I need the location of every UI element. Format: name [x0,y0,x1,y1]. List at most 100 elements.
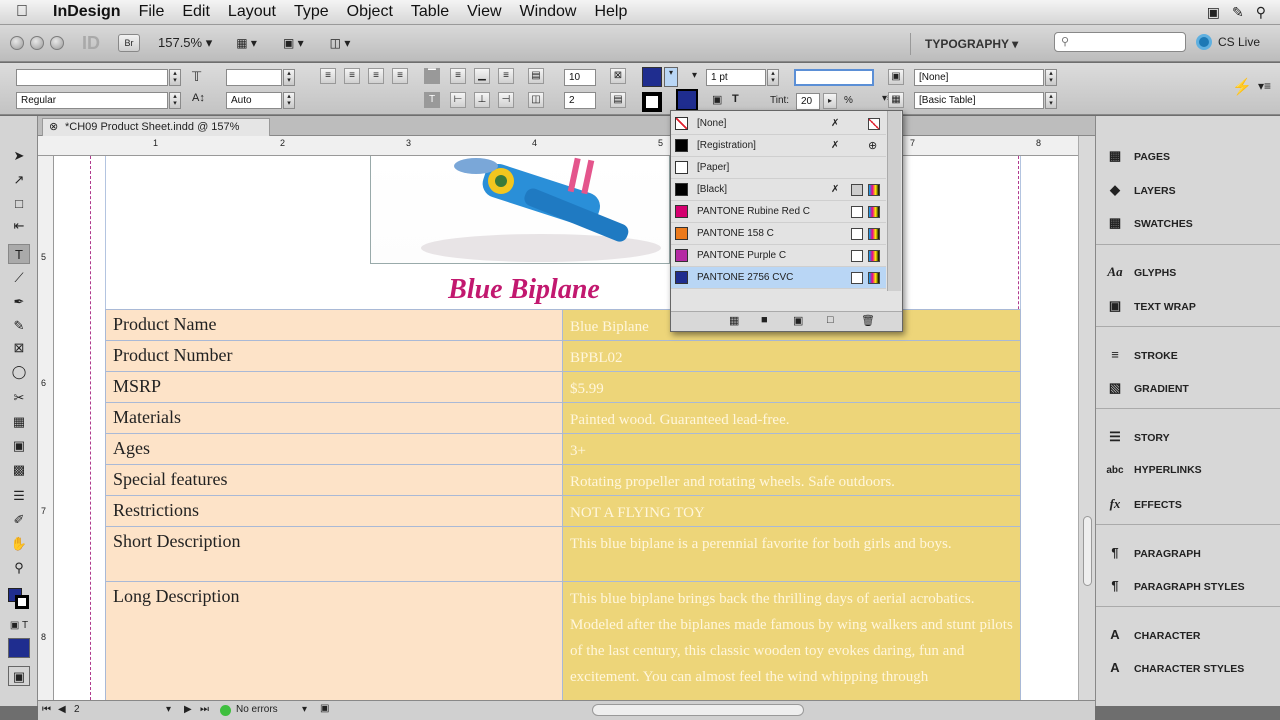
menu-help[interactable]: Help [585,3,636,21]
apple-menu-icon[interactable]:  [0,3,44,21]
align-top-icon[interactable]: ▔ [424,68,440,84]
open-document-icon[interactable]: ▣ [320,703,329,714]
table-value-cell[interactable]: Painted wood. Guaranteed lead-free. [562,402,1021,434]
vertical-scrollbar[interactable] [1078,136,1095,700]
rotate-text-270-icon[interactable]: ⊣ [498,92,514,108]
table-value-cell[interactable]: BPBL02 [562,340,1021,372]
selection-tool-icon[interactable]: ➤ [8,146,30,166]
note-tool-icon[interactable]: ☰ [8,486,30,506]
menu-object[interactable]: Object [338,3,402,21]
panel-swatches[interactable]: ▦ SWATCHES [1104,211,1274,235]
font-family-field[interactable] [16,69,168,86]
cs-live-button[interactable]: CS Live [1196,34,1260,50]
font-size-field[interactable] [226,69,282,86]
page-dropdown-icon[interactable]: ▾ [166,704,171,715]
panel-paragraph-styles[interactable]: ¶ PARAGRAPH STYLES [1104,574,1274,598]
leading-dropdown[interactable]: ▴ ▾ [283,92,295,109]
preflight-status[interactable]: No errors [236,704,278,715]
rotate-text-180-icon[interactable]: ⊥ [474,92,490,108]
table-key-cell[interactable]: Long Description [105,581,563,700]
tint-field[interactable]: 20 [796,93,820,110]
leading-field[interactable]: Auto [226,92,282,109]
stroke-weight-dropdown[interactable]: ▴ ▾ [767,69,779,86]
table-key-cell[interactable]: Product Number [105,340,563,372]
screen-mode-button[interactable]: ▣ ▾ [283,36,304,50]
font-family-dropdown[interactable]: ▴ ▾ [169,69,181,86]
table-key-cell[interactable]: Restrictions [105,495,563,527]
align-center-vertical-icon[interactable]: ≡ [450,68,466,84]
pen-tool-icon[interactable]: ✒ [8,292,30,312]
type-tool-icon[interactable]: T [8,244,30,264]
swatch-item[interactable]: [Registration] ✗ ⊕ [671,135,886,157]
swatch-item[interactable]: [None] ✗ [671,113,886,135]
swatch-item[interactable]: PANTONE 158 C [671,223,886,245]
stroke-swatch[interactable] [642,92,662,112]
previous-page-icon[interactable]: ◀ [58,704,66,715]
rows-field[interactable]: 10 [564,69,596,86]
columns-field[interactable]: 2 [564,92,596,109]
table-value-cell[interactable]: NOT A FLYING TOY [562,495,1021,527]
delete-swatch-icon[interactable]: 🗑 [861,314,875,327]
workspace-switcher[interactable]: TYPOGRAPHY ▾ [910,33,1038,55]
table-key-cell[interactable]: Special features [105,464,563,496]
cell-style-dropdown[interactable]: ▴ ▾ [1045,69,1057,86]
fill-swatch[interactable] [642,67,662,87]
pencil-tool-icon[interactable]: ✎ [8,316,30,336]
menu-table[interactable]: Table [402,3,458,21]
horizontal-ruler[interactable]: 1 2 3 4 5 6 7 8 [38,136,1078,156]
apply-color-icon[interactable] [8,638,30,658]
page-number[interactable]: 2 [74,704,80,715]
swatches-dropdown[interactable]: [None] ✗ [Registration] ✗ ⊕ [Paper] [Bla… [670,110,903,332]
free-transform-tool-icon[interactable]: ▦ [8,412,30,432]
unmerge-cells-icon[interactable]: ▤ [610,92,626,108]
panel-layers[interactable]: ◆ LAYERS [1104,178,1274,202]
app-menu[interactable]: InDesign [44,3,130,21]
panel-character-styles[interactable]: A CHARACTER STYLES [1104,656,1274,680]
swatch-item[interactable]: PANTONE Rubine Red C [671,201,886,223]
merge-cells-icon[interactable]: ⊠ [610,68,626,84]
table-key-cell[interactable]: MSRP [105,371,563,403]
swatch-item-selected[interactable]: PANTONE 2756 CVC [671,267,886,289]
stroke-color-box[interactable] [15,595,29,609]
normal-view-mode-icon[interactable]: ▣ [8,666,30,686]
menu-layout[interactable]: Layout [219,3,285,21]
gradient-swatch-tool-icon[interactable]: ▣ [8,436,30,456]
preflight-menu-icon[interactable]: ▾ [302,704,307,715]
arrange-documents-button[interactable]: ◫ ▾ [330,36,351,50]
direct-selection-tool-icon[interactable]: ↗ [8,170,30,190]
tint-slider-button[interactable]: ▸ [823,93,837,109]
align-center-icon[interactable]: ≡ [344,68,360,84]
formatting-affects-text-icon[interactable]: ▣ T [8,616,30,636]
font-style-field[interactable]: Regular [16,92,168,109]
rotate-text-0-icon[interactable]: T [424,92,440,108]
menu-window[interactable]: Window [511,3,586,21]
table-value-cell[interactable]: Rotating propeller and rotating wheels. … [562,464,1021,496]
show-gradient-swatches-icon[interactable]: ▣ [793,314,803,327]
horizontal-scrollbar-thumb[interactable] [592,704,804,716]
fill-swatch-dropdown[interactable]: ▾ [664,67,678,87]
gradient-feather-tool-icon[interactable]: ▩ [8,460,30,480]
swatch-item[interactable]: [Black] ✗ [671,179,886,201]
zoom-level-dropdown[interactable]: 157.5% ▾ [158,35,212,51]
menu-edit[interactable]: Edit [173,3,219,21]
gap-tool-icon[interactable]: ⇤ [8,216,30,236]
table-key-cell[interactable]: Materials [105,402,563,434]
product-table[interactable]: Product Name Blue Biplane Product Number… [105,309,1021,700]
stroke-weight-field[interactable]: 1 pt [706,69,766,86]
bridge-button[interactable]: Br [118,34,140,52]
menu-file[interactable]: File [130,3,174,21]
quick-apply-icon[interactable]: ⚡ [1232,77,1252,97]
minimize-window-button[interactable] [30,36,44,50]
text-formatting-icon[interactable]: T [732,93,739,105]
panel-gradient[interactable]: ▧ GRADIENT [1104,376,1274,400]
table-key-cell[interactable]: Short Description [105,526,563,582]
panel-hyperlinks[interactable]: abc HYPERLINKS [1104,458,1274,482]
table-style-field[interactable]: [Basic Table] [914,92,1044,109]
script-icon[interactable]: ✎ [1232,4,1244,21]
product-title[interactable]: Blue Biplane [374,274,674,306]
align-right-icon[interactable]: ≡ [368,68,384,84]
table-value-cell[interactable]: This blue biplane is a perennial favorit… [562,526,1021,582]
line-tool-icon[interactable]: ⟋ [8,268,30,288]
table-key-cell[interactable]: Ages [105,433,563,465]
hand-tool-icon[interactable]: ✋ [8,534,30,554]
